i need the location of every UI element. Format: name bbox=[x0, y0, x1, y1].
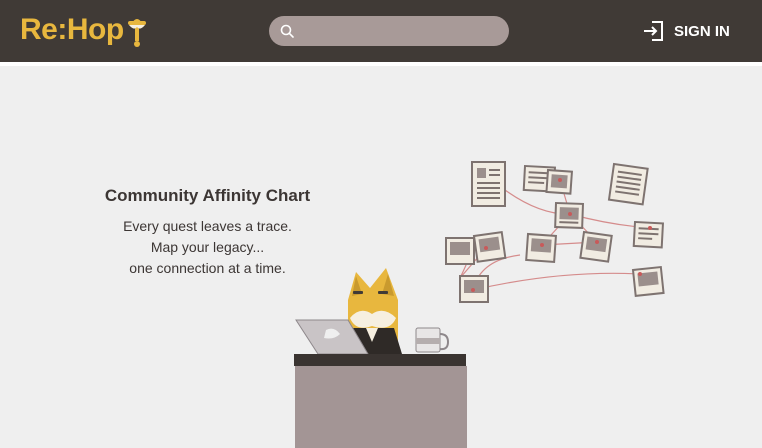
sign-in-label: SIGN IN bbox=[674, 22, 730, 40]
search-icon bbox=[280, 24, 294, 38]
top-navigation-bar: Re:Hop SIGN IN bbox=[0, 0, 762, 62]
sign-in-button[interactable]: SIGN IN bbox=[642, 18, 730, 44]
search-input[interactable] bbox=[303, 16, 499, 46]
desk bbox=[294, 354, 467, 448]
logo-figure-icon bbox=[127, 19, 146, 47]
pinned-notes bbox=[445, 161, 665, 303]
site-logo[interactable]: Re:Hop bbox=[20, 10, 148, 50]
sign-in-icon bbox=[644, 21, 663, 41]
logo-text: Re:Hop bbox=[20, 13, 124, 46]
affinity-illustration bbox=[294, 161, 665, 448]
coffee-mug bbox=[415, 327, 450, 353]
search-bar[interactable] bbox=[269, 16, 509, 46]
header-divider bbox=[0, 62, 762, 66]
